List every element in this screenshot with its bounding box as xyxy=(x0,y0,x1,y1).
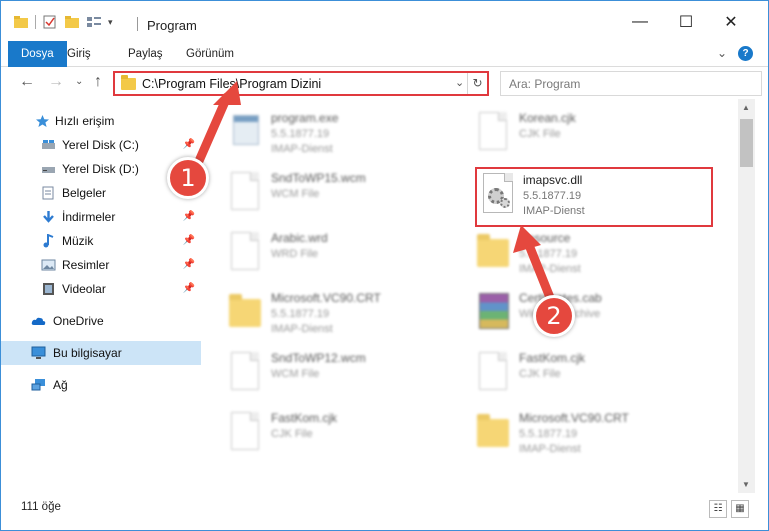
annotation-arrows xyxy=(194,81,558,310)
arrow-1 xyxy=(194,81,241,166)
step-badge-1: 1 xyxy=(167,157,209,199)
explorer-window: ▾ Program — ☐ ✕ Dosya Giriş Paylaş Görün… xyxy=(0,0,769,531)
arrow-2 xyxy=(513,225,558,310)
step-badge-2: 2 xyxy=(533,295,575,337)
